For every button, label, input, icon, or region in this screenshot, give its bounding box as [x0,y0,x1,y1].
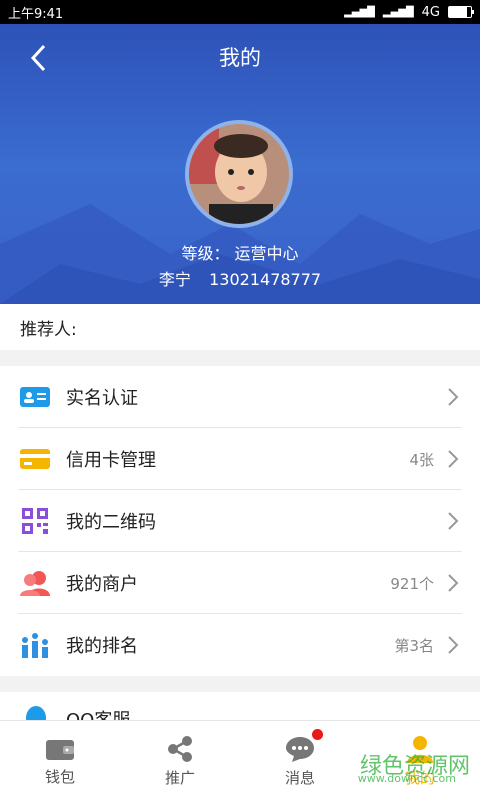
chevron-right-icon [448,636,459,654]
menu-item-ranking[interactable]: 我的排名 第3名 [0,614,480,676]
menu-value-merchants: 921个 [390,574,434,593]
page-title: 我的 [219,46,261,70]
menu-label-ranking: 我的排名 [66,636,138,657]
user-line: 李宁 13021478777 [0,266,480,290]
menu-value-credit-card: 4张 [409,450,434,469]
user-name: 李宁 [158,270,191,289]
level-line: 等级： 运营中心 [0,240,480,264]
referrer-row: 推荐人: [0,304,480,350]
chevron-right-icon [448,388,459,406]
menu-label-credit-card: 信用卡管理 [66,450,156,471]
menu-item-qq-service[interactable]: QQ客服 [0,692,480,722]
profile-header: 我的 等级： 运营中心 李宁 13021478777 [0,24,480,304]
battery-icon [448,6,474,18]
status-bar: 上午9:41 ▂▄▆█ ▂▄▆█ 4G [0,0,480,24]
network-type: 4G [421,4,440,20]
tab-label-promote: 推广 [164,768,195,787]
level-value: 运营中心 [234,244,299,263]
id-card-icon [20,382,50,412]
child-photo [189,124,289,224]
chat-bubble-icon [286,736,314,762]
tab-label-messages: 消息 [284,768,315,787]
menu-item-credit-card[interactable]: 信用卡管理 4张 [0,428,480,490]
tab-wallet[interactable]: 钱包 [0,721,120,801]
level-label: 等级： [181,244,230,263]
signal-icon-2: ▂▄▆█ [382,6,414,18]
menu-item-merchants[interactable]: 我的商户 921个 [0,552,480,614]
ranking-icon [20,630,50,660]
tab-promote[interactable]: 推广 [120,721,240,801]
menu-label-merchants: 我的商户 [66,574,138,595]
menu-label-qrcode: 我的二维码 [66,512,156,533]
notification-badge [312,729,323,740]
menu-item-qrcode[interactable]: 我的二维码 [0,490,480,552]
chevron-right-icon [448,450,459,468]
status-time: 上午9:41 [8,6,64,22]
users-icon [20,568,50,598]
tab-messages[interactable]: 消息 [240,721,360,801]
tab-label-wallet: 钱包 [44,767,75,786]
chevron-right-icon [448,574,459,592]
chevron-right-icon [448,512,459,530]
wallet-icon [46,739,74,760]
menu-item-verification[interactable]: 实名认证 [0,366,480,428]
credit-card-icon [20,444,50,474]
menu-label-verification: 实名认证 [66,388,138,409]
watermark-site: www.downcc.com [357,772,456,785]
menu-value-ranking: 第3名 [394,636,434,655]
share-icon [168,735,192,762]
avatar[interactable] [185,120,293,228]
user-phone: 13021478777 [209,270,322,289]
qr-code-icon [20,506,50,536]
status-icons: ▂▄▆█ ▂▄▆█ 4G [344,4,474,20]
signal-icon: ▂▄▆█ [344,6,375,18]
referrer-label: 推荐人: [20,319,77,340]
menu-list: 实名认证 信用卡管理 4张 我的二维码 我的商户 921个 我的排名 第3名 [0,366,480,676]
